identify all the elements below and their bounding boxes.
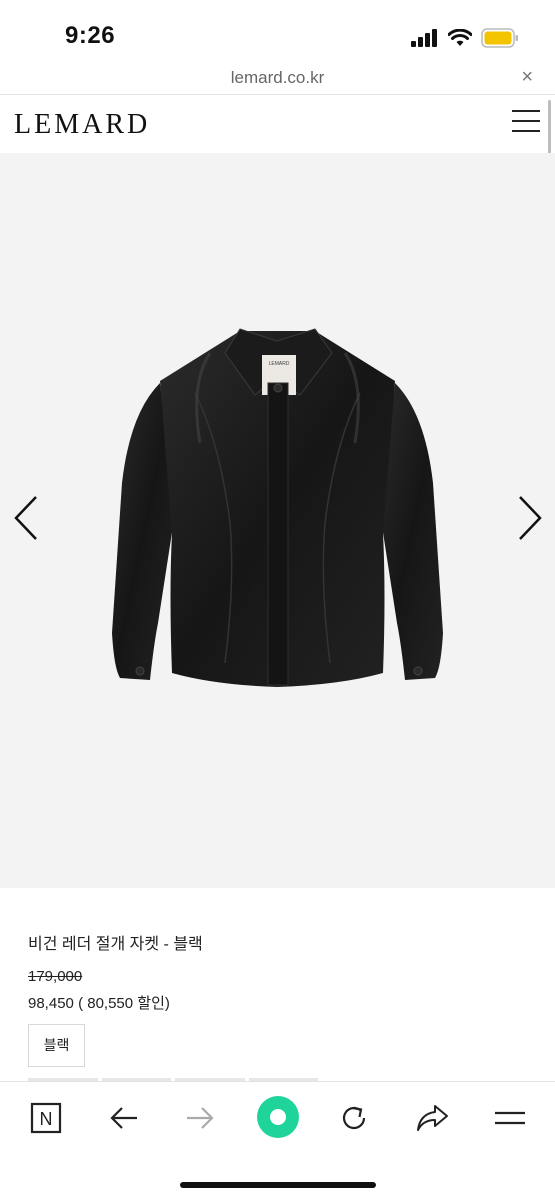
forward-button[interactable] (178, 1096, 222, 1140)
back-button[interactable] (102, 1096, 146, 1140)
green-dot-icon (257, 1096, 299, 1138)
browser-menu-button[interactable] (488, 1096, 532, 1140)
hamburger-icon (495, 1111, 525, 1125)
site-logo[interactable]: LEMARD (14, 109, 150, 141)
battery-icon (481, 28, 518, 48)
home-indicator (180, 1182, 376, 1188)
garment-tag-text: LEMARD (269, 361, 290, 367)
naver-home-button[interactable]: N (24, 1096, 68, 1140)
arrow-right-icon (187, 1107, 214, 1129)
share-icon (417, 1105, 448, 1131)
product-name: 비건 레더 절개 자켓 - 블랙 (28, 936, 203, 953)
sale-price: 98,450 (28, 995, 74, 1012)
status-time: 9:26 (65, 22, 116, 49)
menu-icon[interactable] (512, 110, 540, 132)
chevron-left-icon[interactable] (6, 493, 50, 543)
url-bar[interactable]: lemard.co.kr × (0, 64, 555, 95)
site-header: LEMARD (0, 95, 555, 153)
signal-icon (411, 29, 437, 47)
refresh-icon (342, 1106, 366, 1130)
color-option-button[interactable]: 블랙 (28, 1024, 85, 1067)
naver-n-letter: N (40, 1109, 53, 1129)
status-bar: 9:26 (0, 0, 555, 64)
green-dot-button[interactable] (256, 1095, 300, 1139)
product-image-carousel[interactable]: LEMARD (0, 153, 555, 888)
arrow-left-icon (110, 1107, 137, 1129)
wifi-icon (448, 29, 472, 46)
share-button[interactable] (410, 1096, 454, 1140)
reload-button[interactable] (332, 1096, 376, 1140)
chevron-right-icon[interactable] (506, 493, 550, 543)
status-icons (411, 27, 519, 49)
sale-price-line: 98,450 ( 80,550 할인) (28, 992, 170, 1013)
product-info: 비건 레더 절개 자켓 - 블랙 (28, 930, 203, 954)
naver-n-icon: N (30, 1102, 62, 1134)
close-icon[interactable]: × (521, 66, 533, 89)
product-photo: LEMARD (112, 328, 443, 687)
discount-text: ( 80,550 할인) (78, 995, 170, 1012)
url-text[interactable]: lemard.co.kr (0, 68, 555, 88)
original-price: 179,000 (28, 968, 83, 985)
